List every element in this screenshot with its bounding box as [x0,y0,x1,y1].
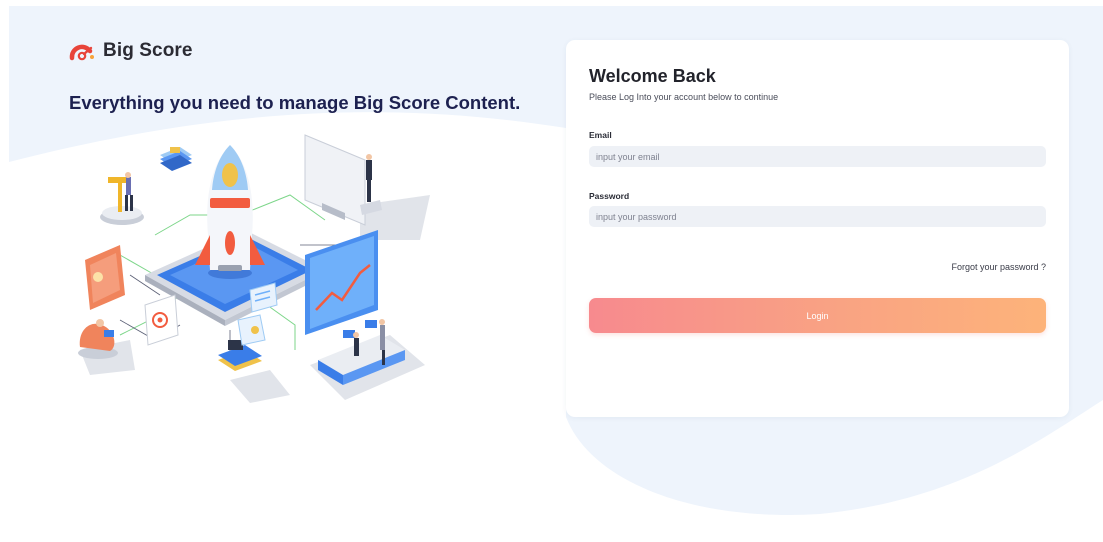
login-card: Welcome Back Please Log Into your accoun… [566,40,1069,417]
login-title: Welcome Back [589,66,716,86]
login-subtitle: Please Log Into your account below to co… [589,92,779,102]
login-page: Big Score Everything you need to manage … [0,0,1103,542]
brand: Big Score [69,40,193,62]
email-field[interactable] [589,146,1046,167]
forgot-password-link[interactable]: Forgot your password ? [951,262,1046,272]
password-label: Password [589,191,630,201]
brand-name: Big Score [103,40,193,61]
login-button[interactable]: Login [589,298,1046,333]
rocket-launch-illustration [78,134,430,403]
email-label: Email [589,130,612,140]
password-field[interactable] [589,206,1046,227]
speedometer-logo-icon [69,44,94,61]
tagline: Everything you need to manage Big Score … [69,92,521,113]
